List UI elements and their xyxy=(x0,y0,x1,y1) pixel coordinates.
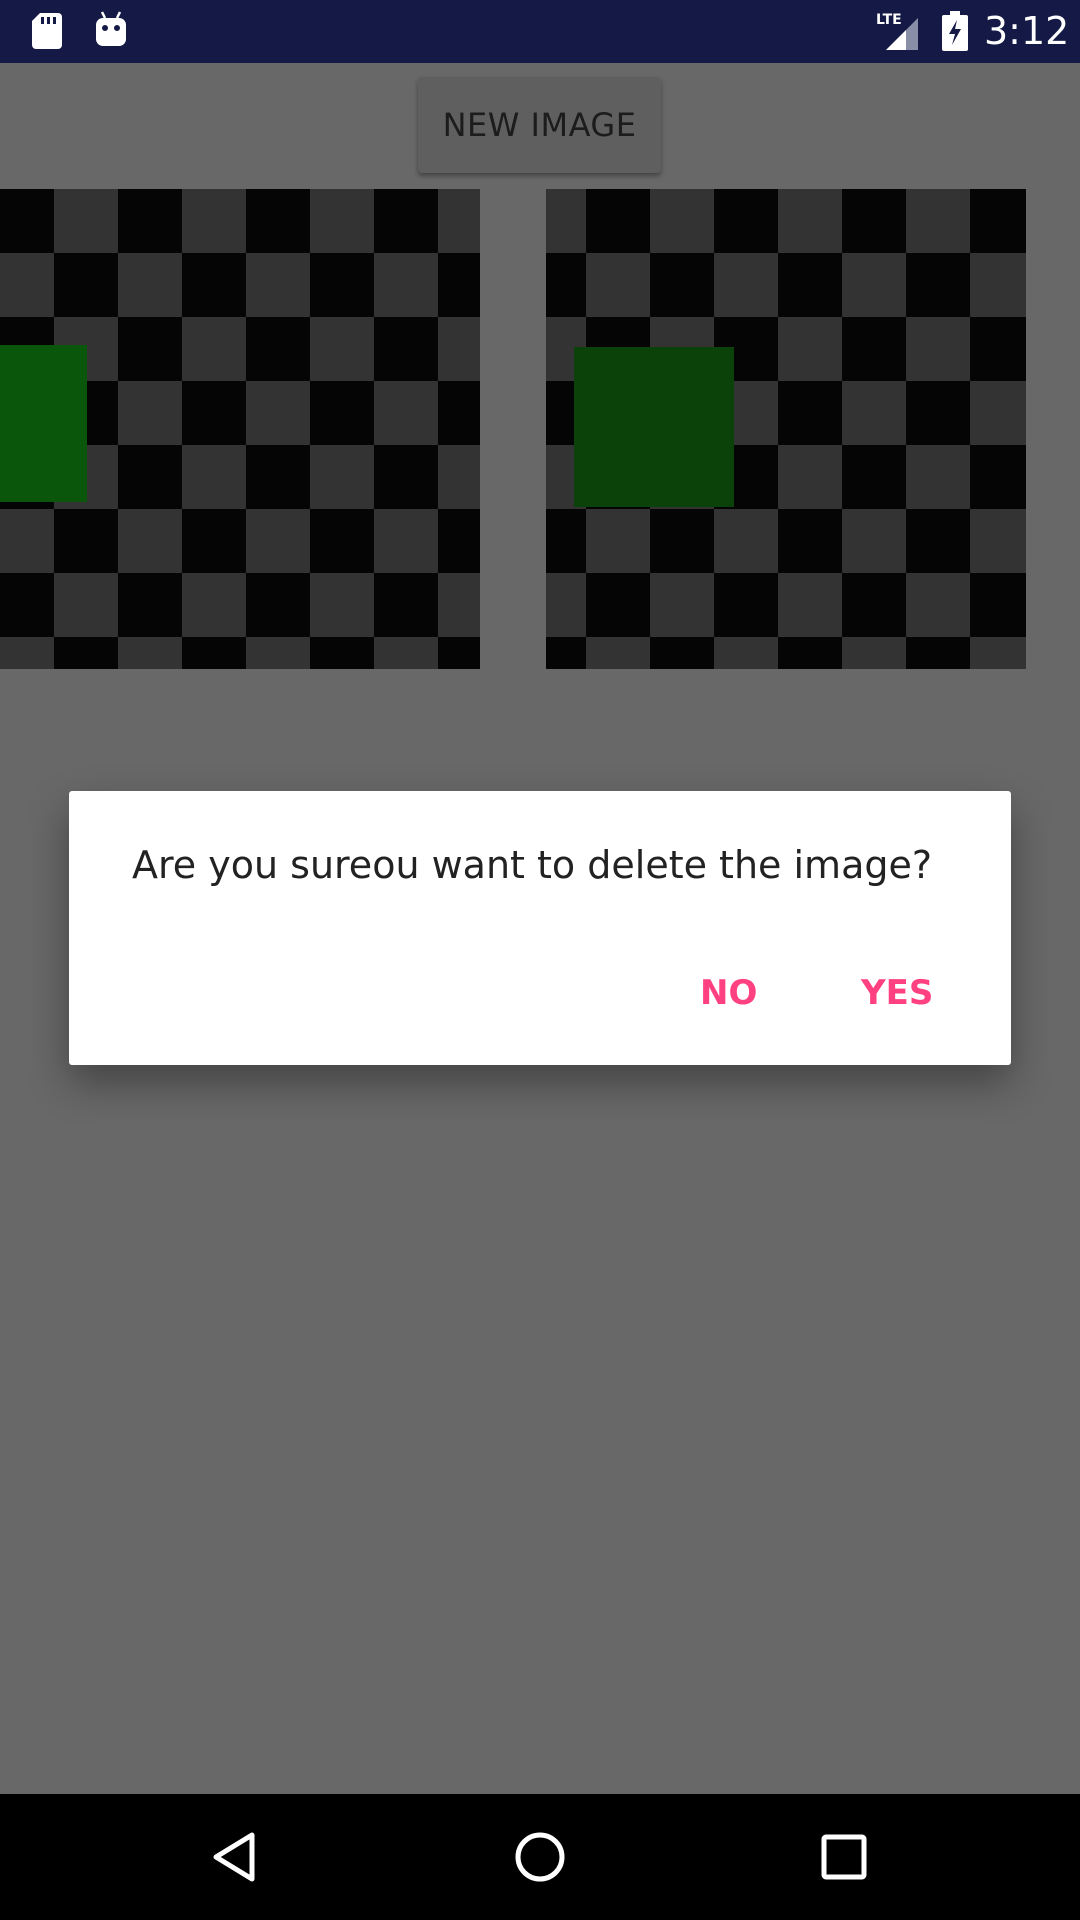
svg-text:LTE: LTE xyxy=(876,12,902,28)
right-image[interactable] xyxy=(546,189,1026,669)
green-square xyxy=(0,345,87,502)
back-icon[interactable] xyxy=(206,1827,266,1887)
home-icon[interactable] xyxy=(510,1827,570,1887)
lte-signal-icon: LTE xyxy=(876,12,918,50)
no-button[interactable]: NO xyxy=(692,963,765,1023)
left-image[interactable] xyxy=(0,189,480,669)
recents-icon[interactable] xyxy=(814,1827,874,1887)
green-square xyxy=(574,347,734,507)
dialog-message: Are you sureou want to delete the image? xyxy=(132,843,933,887)
navigation-bar xyxy=(0,1794,1080,1920)
android-icon xyxy=(96,11,126,46)
screen: LTE 3:12 NEW IMAGE Are you sureou want t… xyxy=(0,0,1080,1920)
yes-button[interactable]: YES xyxy=(853,963,941,1023)
status-bar: LTE 3:12 xyxy=(0,0,1080,63)
sd-card-icon xyxy=(32,13,62,49)
battery-charging-icon xyxy=(942,11,968,51)
status-clock: 3:12 xyxy=(984,9,1070,53)
delete-confirm-dialog: Are you sureou want to delete the image?… xyxy=(69,791,1011,1065)
new-image-button[interactable]: NEW IMAGE xyxy=(418,77,661,173)
